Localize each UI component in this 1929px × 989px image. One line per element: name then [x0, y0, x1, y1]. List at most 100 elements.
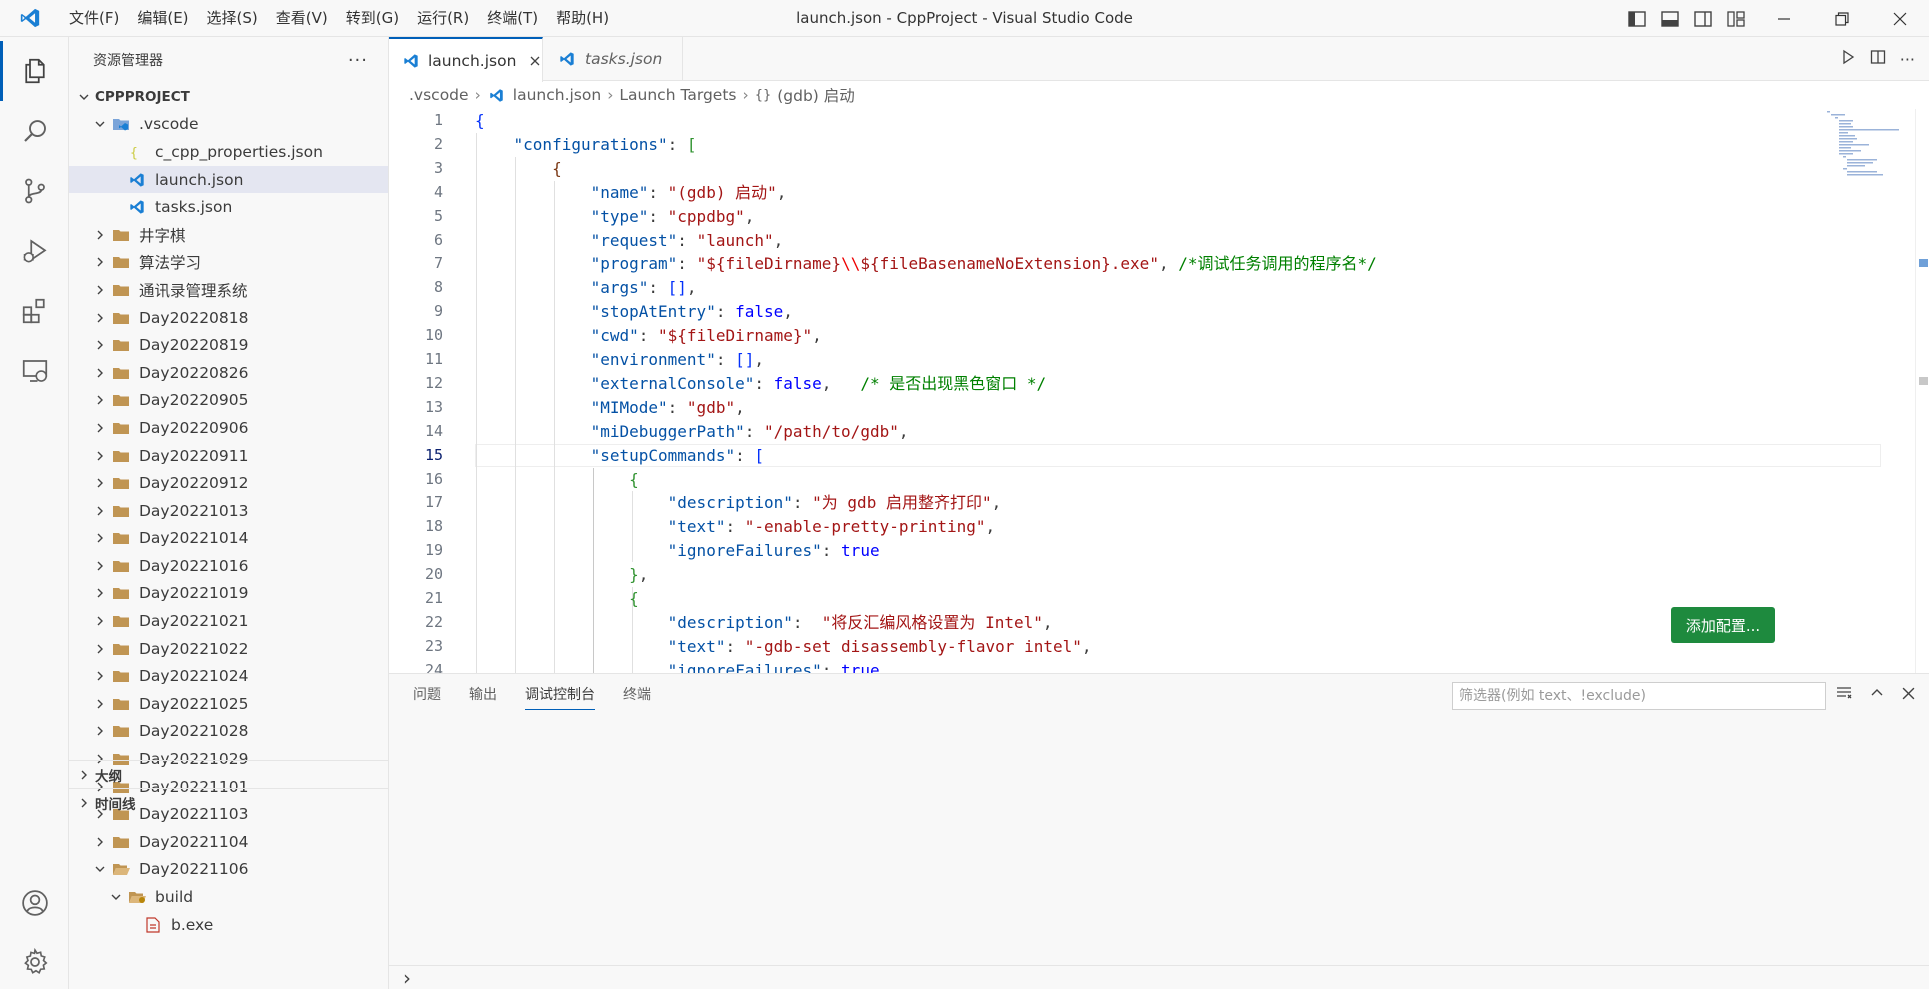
- remote-explorer-icon[interactable]: [0, 341, 69, 401]
- menu-item[interactable]: 选择(S): [198, 5, 267, 31]
- tree-item[interactable]: { } c_cpp_properties.json: [69, 138, 388, 166]
- settings-gear-icon[interactable]: [0, 932, 69, 989]
- tree-item[interactable]: Day20221025: [69, 690, 388, 718]
- tree-item[interactable]: 井字棋: [69, 221, 388, 249]
- close-icon[interactable]: [528, 53, 542, 69]
- panel-tabs: 问题 输出 调试控制台 终端: [413, 674, 651, 716]
- extensions-icon[interactable]: [0, 281, 69, 341]
- menu-item[interactable]: 运行(R): [408, 5, 478, 31]
- menu-item[interactable]: 终端(T): [478, 5, 547, 31]
- line-number: 9: [433, 302, 443, 321]
- filter-input[interactable]: 筛选器(例如 text、!exclude): [1452, 682, 1826, 710]
- tree-item[interactable]: Day20220912: [69, 469, 388, 497]
- run-icon[interactable]: [1840, 49, 1856, 69]
- code-text: "description": "将反汇编风格设置为 Intel",: [475, 611, 1053, 635]
- tree-item[interactable]: Day20221021: [69, 607, 388, 635]
- close-window-icon[interactable]: [1871, 0, 1929, 37]
- tree-item[interactable]: build: [69, 883, 388, 911]
- outline-section[interactable]: 大纲: [69, 760, 388, 788]
- debug-console-input[interactable]: ›: [389, 965, 1929, 989]
- tree-item[interactable]: Day20221014: [69, 525, 388, 553]
- menu-item[interactable]: 查看(V): [267, 5, 337, 31]
- add-configuration-button[interactable]: 添加配置...: [1671, 607, 1775, 643]
- tree-item[interactable]: Day20221028: [69, 718, 388, 746]
- tree-item[interactable]: Day20220906: [69, 414, 388, 442]
- tree-item[interactable]: Day20220819: [69, 331, 388, 359]
- tree-item[interactable]: 通讯录管理系统: [69, 276, 388, 304]
- restore-icon[interactable]: [1813, 0, 1871, 37]
- close-panel-icon[interactable]: [1902, 686, 1915, 704]
- tree-item[interactable]: Day20221106: [69, 856, 388, 884]
- timeline-section[interactable]: 时间线: [69, 788, 388, 816]
- code-token: ,: [776, 182, 787, 202]
- vscode-file-icon: [403, 52, 420, 70]
- chevron-down-icon: [91, 860, 109, 878]
- breadcrumb-symbol[interactable]: (gdb) 启动: [777, 84, 855, 106]
- toggle-panel-icon[interactable]: [1656, 5, 1684, 33]
- folder-icon: [111, 557, 131, 575]
- tree-item[interactable]: Day20220818: [69, 304, 388, 332]
- chevron-right-icon: [91, 226, 109, 244]
- clear-console-icon[interactable]: [1836, 685, 1852, 705]
- code-token: "${fileDirname}": [658, 326, 813, 346]
- tree-item[interactable]: b.exe: [69, 911, 388, 939]
- code-text: "ignoreFailures": true: [475, 539, 880, 563]
- menu-item[interactable]: 帮助(H): [547, 5, 618, 31]
- run-and-debug-icon[interactable]: [0, 221, 69, 281]
- tree-item-label: Day20221028: [139, 722, 249, 741]
- tree-item[interactable]: Day20221013: [69, 497, 388, 525]
- panel-tab[interactable]: 问题: [413, 674, 441, 716]
- tree-item[interactable]: launch.json: [69, 165, 388, 194]
- tree-item-label: Day20221013: [139, 501, 249, 520]
- tree-item[interactable]: Day20220905: [69, 387, 388, 415]
- split-editor-icon[interactable]: [1870, 49, 1886, 69]
- vertical-scrollbar[interactable]: [1915, 109, 1929, 673]
- code-token: :: [725, 517, 745, 537]
- tree-item[interactable]: Day20221104: [69, 828, 388, 856]
- breadcrumb-folder[interactable]: .vscode: [409, 86, 469, 104]
- code-text: "description": "为 gdb 启用整齐打印",: [475, 491, 1002, 515]
- panel-tab[interactable]: 输出: [469, 674, 497, 716]
- tab-launch-json[interactable]: launch.json: [389, 37, 543, 82]
- menu-item[interactable]: 转到(G): [337, 5, 408, 31]
- tree-item[interactable]: 算法学习: [69, 249, 388, 277]
- tree-item[interactable]: Day20221019: [69, 580, 388, 608]
- account-icon[interactable]: [0, 873, 69, 933]
- more-actions-icon[interactable]: ···: [1900, 50, 1915, 69]
- tree-item-label: Day20220911: [139, 446, 249, 465]
- tree-item[interactable]: Day20221022: [69, 635, 388, 663]
- code-token: "将反汇编风格设置为 Intel": [821, 612, 1043, 632]
- code-text: "name": "(gdb) 启动",: [475, 181, 787, 205]
- panel-tab[interactable]: 调试控制台: [525, 674, 595, 716]
- toggle-secondary-sidebar-icon[interactable]: [1689, 5, 1717, 33]
- tree-item[interactable]: Day20220826: [69, 359, 388, 387]
- more-actions-icon[interactable]: ···: [348, 50, 368, 71]
- code-line: 16 {: [389, 468, 1929, 492]
- tree-item[interactable]: Day20221024: [69, 662, 388, 690]
- search-icon[interactable]: [0, 101, 69, 161]
- maximize-panel-icon[interactable]: [1870, 686, 1884, 704]
- minimap[interactable]: [1819, 109, 1929, 673]
- panel-tab[interactable]: 终端: [623, 674, 651, 716]
- breadcrumb-symbol[interactable]: Launch Targets: [619, 86, 736, 104]
- code-line: 12 "externalConsole": false, /* 是否出现黑色窗口…: [389, 372, 1929, 396]
- chevron-right-icon: ›: [474, 86, 481, 104]
- source-control-icon[interactable]: [0, 161, 69, 221]
- code-token: "-enable-pretty-printing": [744, 517, 986, 537]
- tree-item[interactable]: .vscode: [69, 111, 388, 139]
- code-token: "externalConsole": [590, 373, 755, 393]
- toggle-primary-sidebar-icon[interactable]: [1623, 5, 1651, 33]
- tab-tasks-json[interactable]: tasks.json: [543, 37, 683, 81]
- tree-item[interactable]: Day20221016: [69, 552, 388, 580]
- workspace-root[interactable]: CPPPROJECT: [69, 83, 388, 111]
- code-editor[interactable]: 1{2 "configurations": [3 {4 "name": "(gd…: [389, 109, 1929, 673]
- customize-layout-icon[interactable]: [1722, 5, 1750, 33]
- explorer-icon[interactable]: [0, 41, 69, 101]
- menu-item[interactable]: 文件(F): [60, 5, 128, 31]
- menu-item[interactable]: 编辑(E): [128, 5, 197, 31]
- breadcrumb-file[interactable]: launch.json: [513, 86, 601, 104]
- minimize-icon[interactable]: [1755, 0, 1813, 37]
- tree-item[interactable]: Day20220911: [69, 442, 388, 470]
- tree-item[interactable]: tasks.json: [69, 193, 388, 221]
